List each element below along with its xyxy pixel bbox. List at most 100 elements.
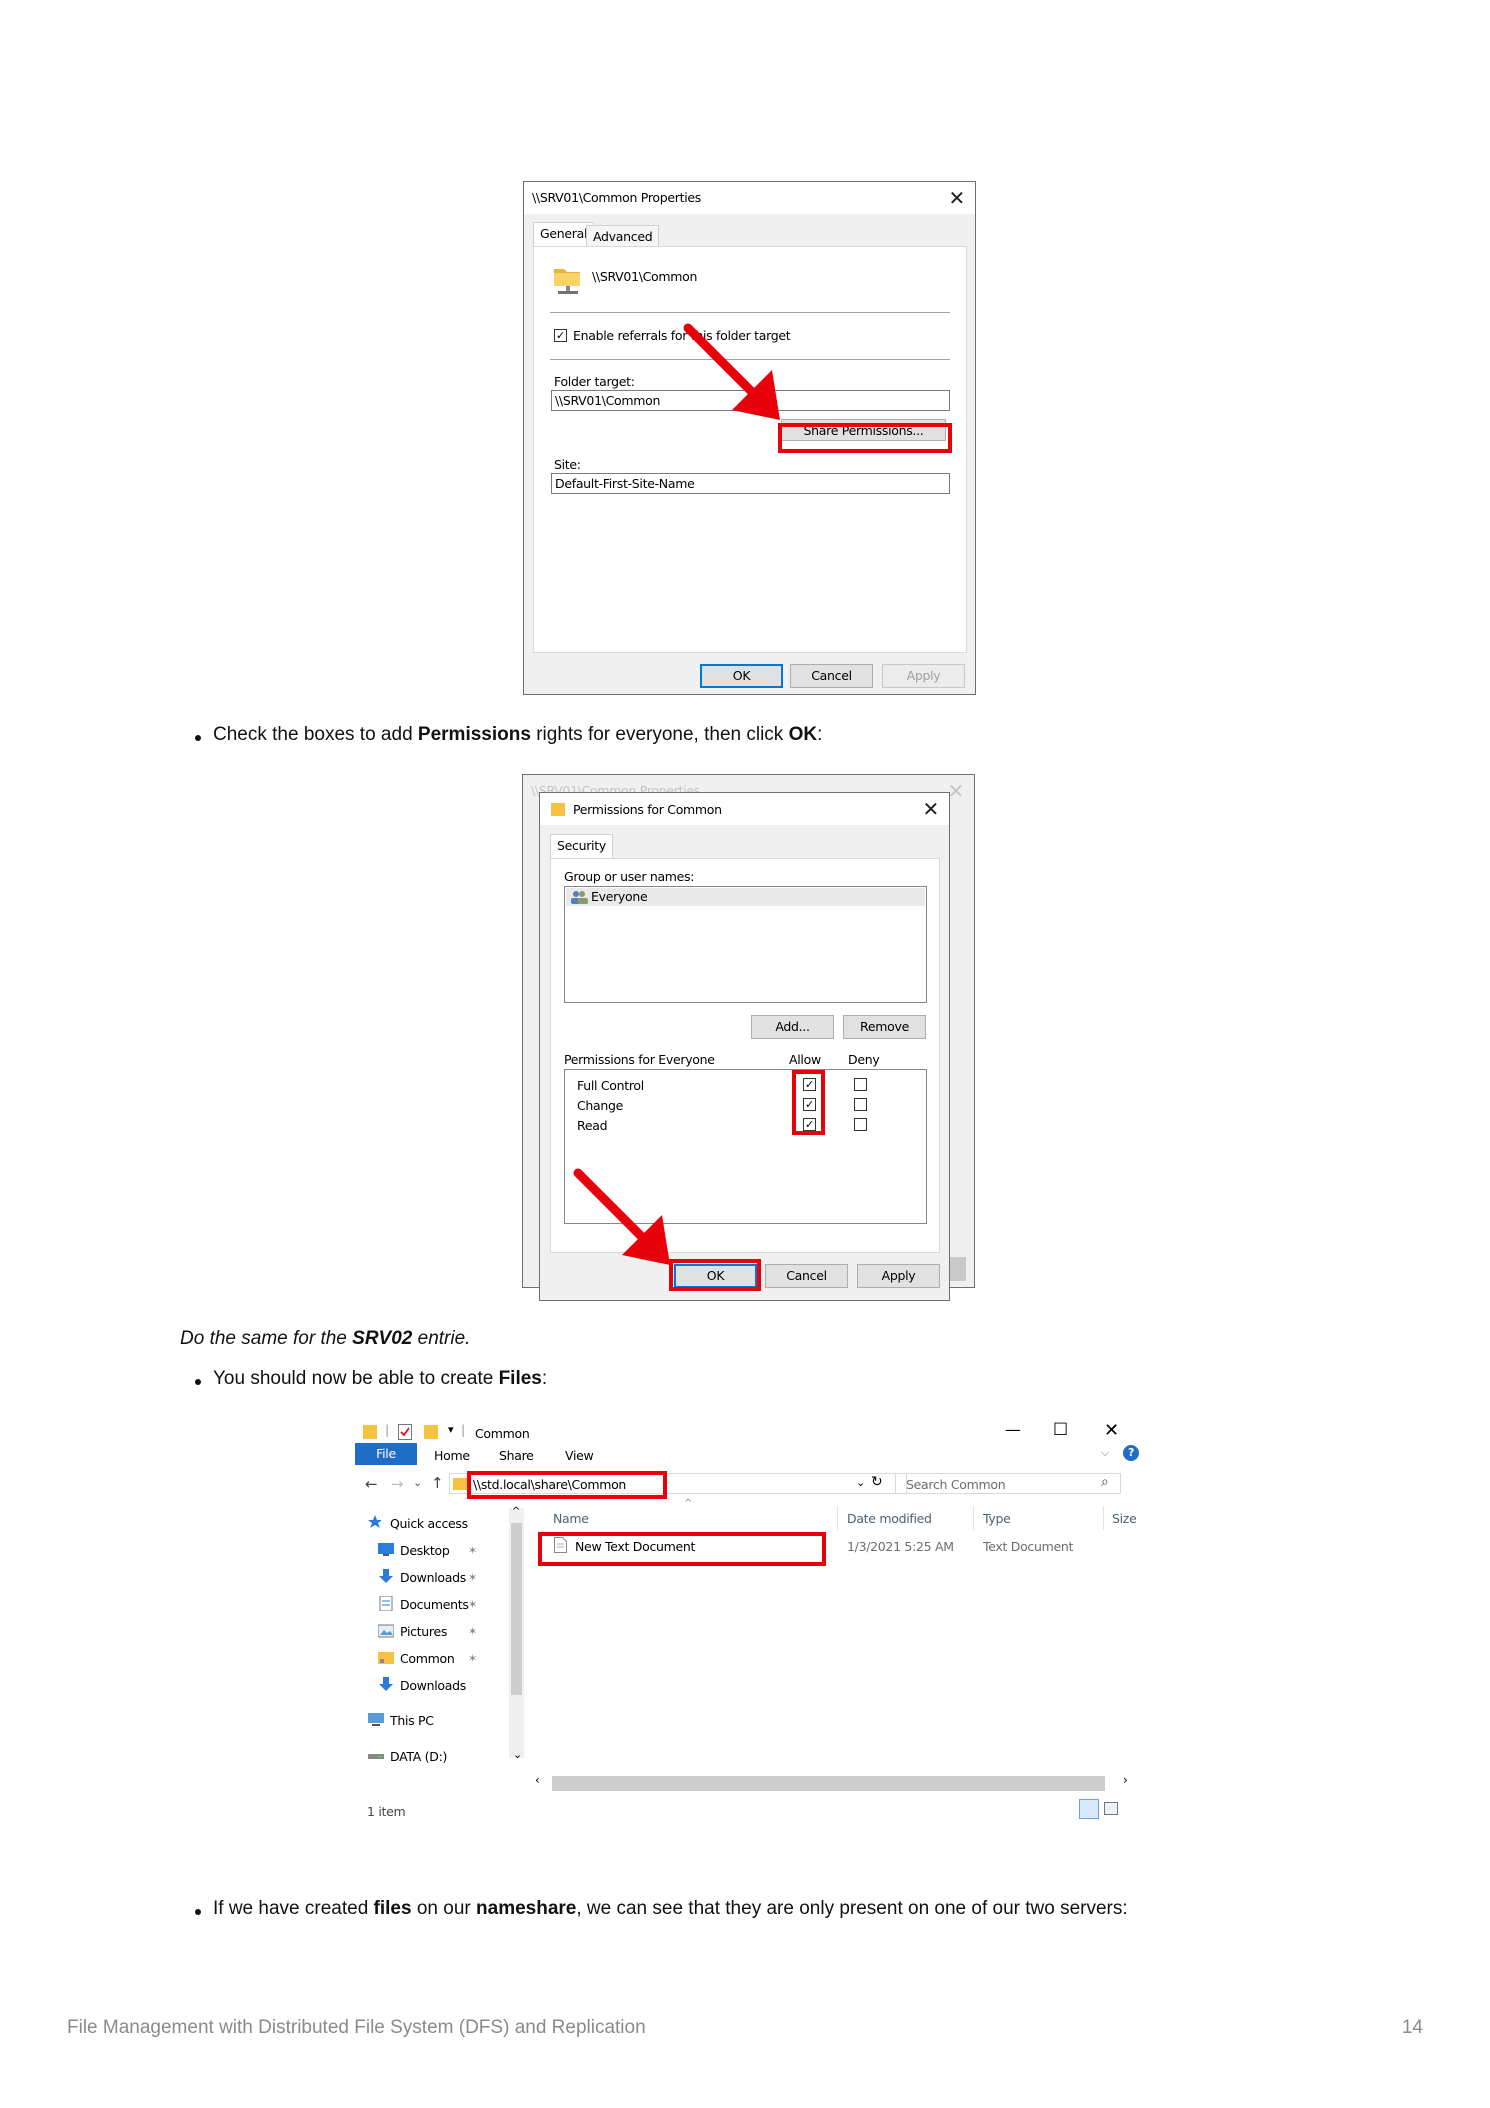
permission-row: Change ✓ <box>565 1096 925 1114</box>
permission-row: Read ✓ <box>565 1116 925 1134</box>
quick-access-dropdown-icon[interactable]: ▾ <box>448 1423 454 1436</box>
scroll-right-icon[interactable]: › <box>1123 1773 1128 1787</box>
file-type: Text Document <box>983 1539 1074 1554</box>
group-names-label: Group or user names: <box>564 869 695 884</box>
pin-icon: ✶ <box>468 1625 477 1638</box>
ok-button-highlight <box>669 1259 761 1291</box>
add-button[interactable]: Add... <box>751 1015 834 1039</box>
address-highlight <box>467 1471 667 1499</box>
ok-button[interactable]: OK <box>700 664 783 688</box>
search-placeholder: Search Common <box>906 1477 1006 1492</box>
nav-item[interactable]: Documents ✶ <box>378 1595 493 1613</box>
separator: | <box>461 1422 465 1437</box>
deny-checkbox[interactable] <box>854 1118 867 1131</box>
nav-item-label: This PC <box>390 1713 434 1728</box>
maximize-icon[interactable]: ☐ <box>1053 1420 1068 1440</box>
cancel-button[interactable]: Cancel <box>790 664 873 688</box>
nav-item-label: DATA (D:) <box>390 1749 448 1764</box>
back-icon[interactable]: ← <box>365 1475 378 1493</box>
ribbon-tab-share[interactable]: Share <box>499 1448 534 1463</box>
column-divider <box>837 1506 838 1530</box>
nav-item-label: Pictures <box>400 1624 448 1639</box>
group-names-list: Everyone <box>564 886 927 1003</box>
drive-icon <box>368 1754 384 1759</box>
forward-icon[interactable]: → <box>391 1475 404 1493</box>
folder-icon <box>551 803 565 816</box>
permission-name: Full Control <box>577 1078 644 1093</box>
pictures-icon <box>378 1624 394 1638</box>
nav-item[interactable]: DATA (D:) <box>368 1747 493 1765</box>
pc-icon <box>368 1713 384 1726</box>
nav-item-label: Downloads <box>400 1678 466 1693</box>
column-header-date[interactable]: Date modified <box>847 1511 932 1526</box>
up-icon[interactable]: ↑ <box>431 1474 444 1492</box>
download-icon <box>379 1677 393 1691</box>
sort-indicator-icon: ^ <box>684 1498 693 1509</box>
nav-item[interactable]: Downloads <box>378 1676 493 1694</box>
help-icon[interactable]: ? <box>1123 1445 1139 1461</box>
users-icon <box>571 891 588 904</box>
ribbon-tab-file[interactable]: File <box>355 1443 417 1465</box>
shared-folder-icon <box>554 269 580 294</box>
footer-title: File Management with Distributed File Sy… <box>67 2017 646 2038</box>
column-header-type[interactable]: Type <box>983 1511 1011 1526</box>
close-icon[interactable]: ✕ <box>949 188 966 208</box>
nav-item[interactable]: Downloads ✶ <box>378 1568 493 1586</box>
details-view-icon[interactable] <box>1079 1799 1099 1819</box>
close-icon[interactable]: ✕ <box>923 799 940 819</box>
large-icons-view-icon[interactable] <box>1104 1802 1118 1815</box>
minimize-icon[interactable]: — <box>1005 1420 1021 1439</box>
properties-icon[interactable] <box>398 1424 412 1440</box>
nav-scroll-thumb[interactable] <box>511 1523 522 1695</box>
pin-icon: ✶ <box>468 1652 477 1665</box>
pin-icon: ✶ <box>468 1598 477 1611</box>
close-icon[interactable]: ✕ <box>1104 1420 1119 1441</box>
pointer-arrow-icon <box>683 323 780 420</box>
scroll-up-icon[interactable]: ^ <box>512 1506 520 1517</box>
folder-target-label: Folder target: <box>554 374 635 389</box>
list-item[interactable]: Everyone <box>566 888 925 906</box>
tab-security[interactable]: Security <box>550 834 613 858</box>
bullet <box>195 735 201 741</box>
apply-button[interactable]: Apply <box>882 664 965 688</box>
remove-button[interactable]: Remove <box>843 1015 926 1039</box>
new-folder-icon[interactable] <box>424 1424 438 1440</box>
column-header-size[interactable]: Size <box>1112 1511 1137 1526</box>
expand-ribbon-icon[interactable]: ⌵ <box>1101 1446 1109 1460</box>
permission-name: Change <box>577 1098 624 1113</box>
search-icon[interactable]: ⌕ <box>1101 1474 1109 1490</box>
folder-icon <box>453 1478 467 1490</box>
column-header-name[interactable]: Name <box>553 1511 589 1526</box>
apply-button[interactable]: Apply <box>857 1264 940 1288</box>
nav-item[interactable]: Pictures ✶ <box>378 1622 493 1640</box>
page-number: 14 <box>1401 2017 1423 2038</box>
new-file-highlight <box>538 1532 826 1566</box>
tab-advanced[interactable]: Advanced <box>586 225 660 246</box>
address-dropdown-icon[interactable]: ⌄ <box>856 1476 865 1489</box>
nav-item-label: Desktop <box>400 1543 450 1558</box>
nav-item[interactable]: Desktop ✶ <box>378 1541 493 1559</box>
nav-item-label: Common <box>400 1651 455 1666</box>
documents-icon <box>379 1596 393 1611</box>
horizontal-scroll-thumb[interactable] <box>552 1776 1105 1791</box>
deny-checkbox[interactable] <box>854 1098 867 1111</box>
ribbon-tab-view[interactable]: View <box>565 1448 594 1463</box>
tab-general[interactable]: General <box>533 222 595 246</box>
nav-item[interactable]: Common ✶ <box>378 1649 493 1667</box>
cancel-button[interactable]: Cancel <box>765 1264 848 1288</box>
refresh-icon[interactable]: ↻ <box>871 1474 883 1490</box>
site-label: Site: <box>554 457 581 472</box>
divider <box>550 312 950 313</box>
nav-item[interactable]: This PC <box>368 1711 493 1729</box>
scroll-down-icon[interactable]: ⌄ <box>513 1748 522 1761</box>
deny-checkbox[interactable] <box>854 1078 867 1091</box>
step1-text: Check the boxes to add Permissions right… <box>213 724 823 745</box>
nav-item[interactable]: Quick access <box>368 1514 493 1532</box>
enable-referrals-checkbox[interactable]: ✓ <box>554 329 567 342</box>
scroll-left-icon[interactable]: ‹ <box>535 1773 540 1787</box>
ribbon-tab-home[interactable]: Home <box>434 1448 470 1463</box>
recent-locations-icon[interactable]: ⌄ <box>413 1476 422 1489</box>
download-icon <box>379 1569 393 1583</box>
site-field[interactable]: Default-First-Site-Name <box>551 473 950 494</box>
star-icon <box>368 1515 382 1528</box>
